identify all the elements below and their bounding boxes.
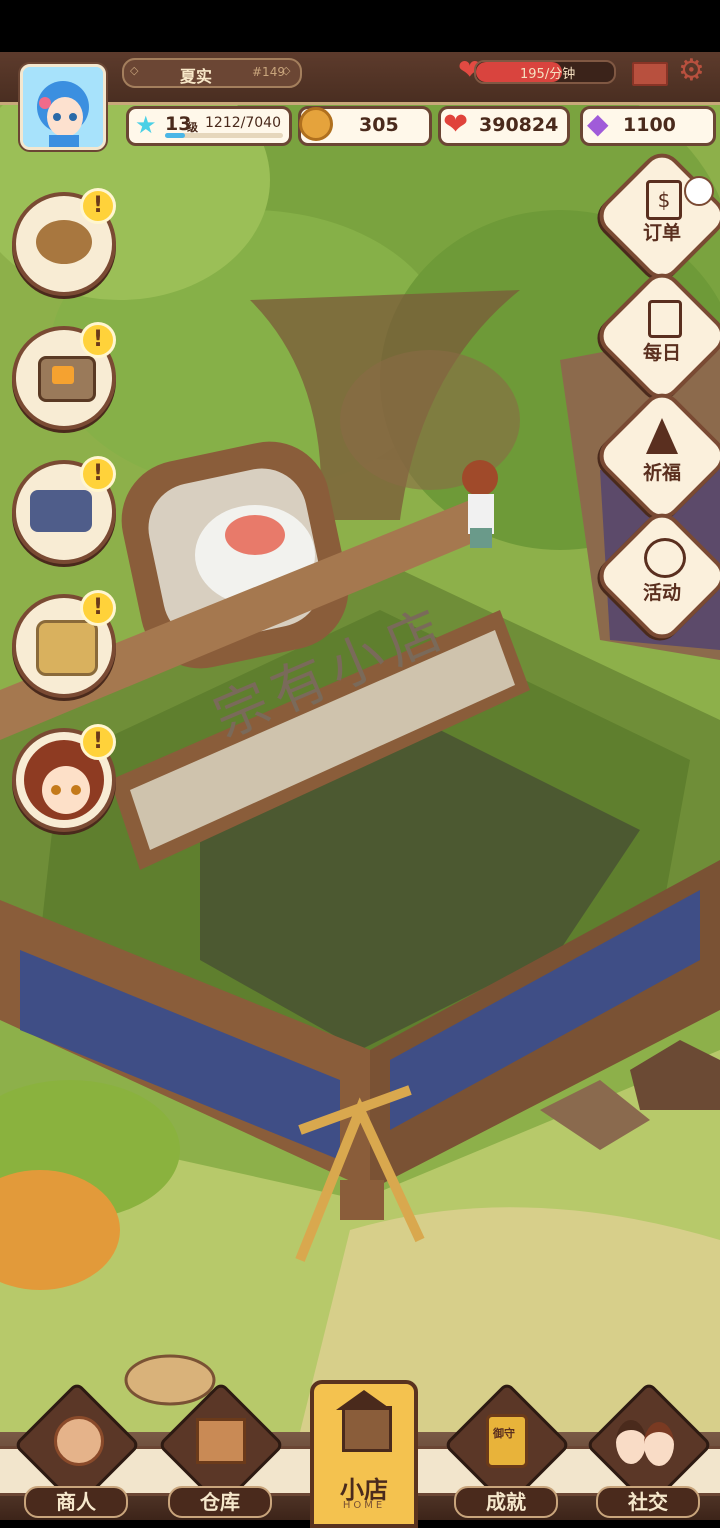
boy-face-icon <box>616 1420 646 1464</box>
achievement-button[interactable]: 御守 成就 <box>443 1381 571 1520</box>
play-icon <box>52 366 74 384</box>
warehouse-button[interactable]: 仓库 <box>157 1381 285 1520</box>
charm-text: 御守 <box>493 1427 515 1440</box>
timer-icon <box>684 176 714 206</box>
xp-progress-track <box>165 133 283 138</box>
coin-icon <box>299 107 333 141</box>
warehouse-icon <box>196 1418 246 1464</box>
heart-rate-bar: 195/分钟 <box>474 60 616 84</box>
chevron-right-icon: ◇ <box>282 64 291 77</box>
machine-icon <box>30 490 92 532</box>
home-shop-button[interactable]: 小店 HOME <box>310 1380 418 1528</box>
event-label: 活动 <box>642 582 681 604</box>
player-name: 夏实 <box>180 67 213 86</box>
player-avatar[interactable] <box>20 64 106 150</box>
order-icon: $ <box>646 180 682 220</box>
social-button[interactable]: 社交 <box>585 1381 713 1520</box>
girl-face-icon <box>644 1422 674 1466</box>
gem-box[interactable]: ◆ 1100 <box>580 106 716 146</box>
alert-badge: ! <box>80 724 116 760</box>
star-level-icon: ★ <box>135 111 157 139</box>
achievement-label: 成就 <box>454 1486 558 1518</box>
coin-box[interactable]: 305 <box>298 106 432 146</box>
gem-value: 1100 <box>623 114 676 136</box>
shop-roof-icon <box>336 1390 392 1410</box>
daily-label: 每日 <box>642 342 681 364</box>
merchant-label: 商人 <box>24 1486 128 1518</box>
coin-value: 305 <box>359 114 399 136</box>
social-label: 社交 <box>596 1486 700 1518</box>
order-label: 订单 <box>642 222 681 244</box>
merchant-icon <box>54 1416 104 1466</box>
charm-icon <box>486 1414 528 1468</box>
xp-text: 1212/7040 <box>205 115 281 131</box>
event-icon <box>644 538 686 578</box>
xp-progress-fill <box>165 133 186 138</box>
daily-icon <box>648 300 682 338</box>
heart-rate-text: 195/分钟 <box>520 67 576 82</box>
player-name-pill[interactable]: ◇ 夏实 #149 ◇ <box>122 58 302 88</box>
gem-icon: ◆ <box>587 107 609 140</box>
mail-icon[interactable] <box>632 62 668 86</box>
armchair-icon <box>36 620 98 676</box>
home-sub-label: HOME <box>342 1500 386 1511</box>
couple-icon <box>616 1420 676 1466</box>
alert-badge: ! <box>80 590 116 626</box>
heart-box[interactable]: ❤ 390824 <box>438 106 570 146</box>
alert-badge: ! <box>80 456 116 492</box>
merchant-button[interactable]: 商人 <box>13 1381 141 1520</box>
warehouse-label: 仓库 <box>168 1486 272 1518</box>
bless-label: 祈福 <box>642 462 681 484</box>
xp-level-box[interactable]: ★ 13 级 1212/7040 <box>126 106 292 146</box>
bless-icon <box>646 418 678 454</box>
potato-icon <box>36 220 92 264</box>
alert-badge: ! <box>80 322 116 358</box>
heart-icon: ❤ <box>443 107 469 142</box>
settings-gear-icon[interactable]: ⚙ <box>678 56 708 86</box>
heart-value: 390824 <box>479 114 559 136</box>
chevron-left-icon: ◇ <box>130 64 139 77</box>
alert-badge: ! <box>80 188 116 224</box>
status-bar <box>0 0 720 52</box>
player-id: #149 <box>252 65 285 79</box>
blue-hair-avatar-icon <box>23 67 103 147</box>
shop-house-icon <box>342 1406 392 1452</box>
